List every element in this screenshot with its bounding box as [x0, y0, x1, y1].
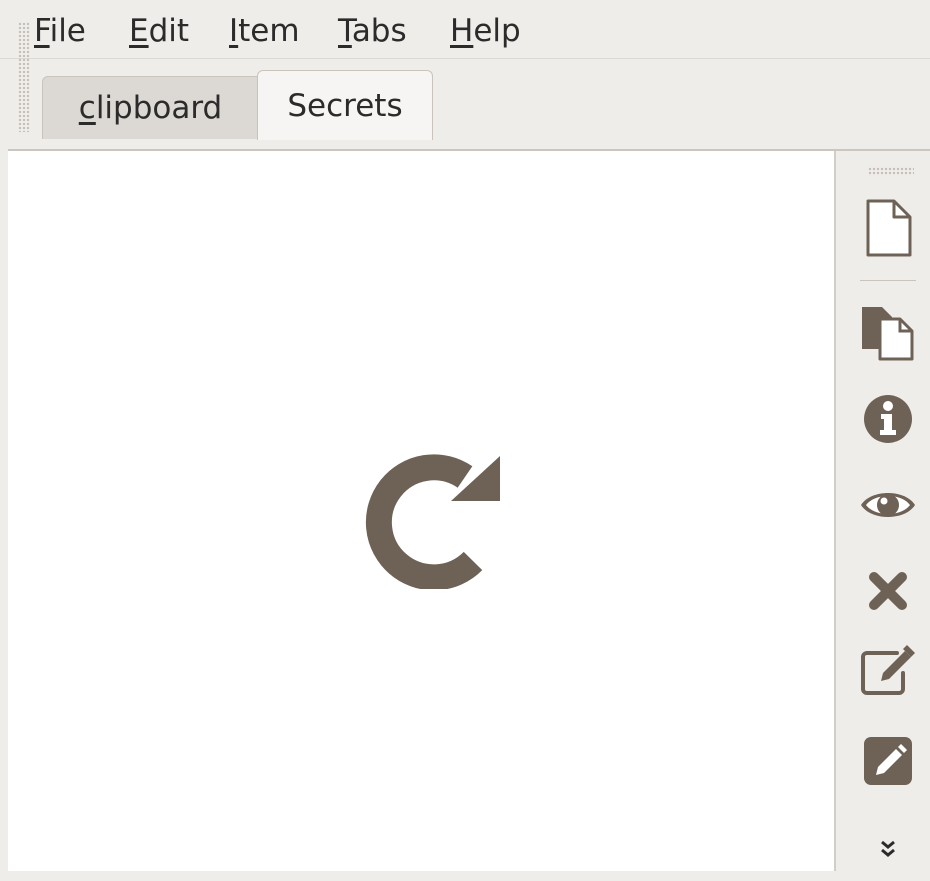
menu-file-label: ile: [49, 13, 86, 49]
more-button[interactable]: [856, 817, 920, 881]
edit-notes-icon: [864, 737, 912, 785]
menu-edit-label: dit: [148, 13, 190, 49]
edit-notes-button[interactable]: [856, 729, 920, 793]
menu-help-mnemonic: H: [450, 13, 474, 49]
tab-secrets-label: Secrets: [287, 88, 403, 124]
toolbar-separator: [860, 280, 916, 281]
more-chevron-icon: [881, 840, 895, 857]
menu-tabs-label: abs: [351, 13, 407, 49]
tab-secrets[interactable]: Secrets: [257, 70, 433, 140]
preview-button[interactable]: [856, 473, 920, 537]
menu-file[interactable]: File: [30, 10, 90, 52]
tabbar-grip[interactable]: [18, 22, 30, 132]
item-toolbar: [834, 151, 930, 871]
tab-clipboard-mnemonic: c: [78, 90, 96, 126]
item-list-area[interactable]: [8, 151, 834, 871]
menu-item[interactable]: Item: [225, 10, 304, 52]
menu-help[interactable]: Help: [446, 10, 525, 52]
delete-button[interactable]: [856, 559, 920, 623]
toolbar-grip[interactable]: [868, 167, 914, 176]
new-item-icon: [866, 199, 912, 257]
menu-item-label: tem: [238, 13, 300, 49]
menu-edit-mnemonic: E: [129, 13, 149, 49]
menu-edit[interactable]: Edit: [125, 10, 193, 52]
menu-item-mnemonic: I: [229, 13, 239, 49]
tab-clipboard-label: lipboard: [95, 90, 223, 126]
menu-tabs[interactable]: Tabs: [334, 10, 411, 52]
eye-icon: [861, 493, 915, 517]
menu-bar: File Edit Item Tabs Help: [0, 0, 930, 59]
edit-icon: [861, 645, 915, 695]
edit-button[interactable]: [856, 639, 920, 703]
new-item-button[interactable]: [856, 196, 920, 260]
tab-clipboard[interactable]: clipboard: [42, 76, 259, 139]
menu-file-mnemonic: F: [34, 13, 50, 49]
copy-button[interactable]: [856, 299, 920, 363]
menu-help-label: elp: [473, 13, 521, 49]
info-button[interactable]: [856, 387, 920, 451]
delete-icon: [869, 572, 907, 610]
menu-tabs-mnemonic: T: [338, 13, 352, 49]
copy-icon: [862, 307, 914, 361]
reload-icon: [360, 449, 500, 591]
info-icon: [864, 395, 912, 443]
